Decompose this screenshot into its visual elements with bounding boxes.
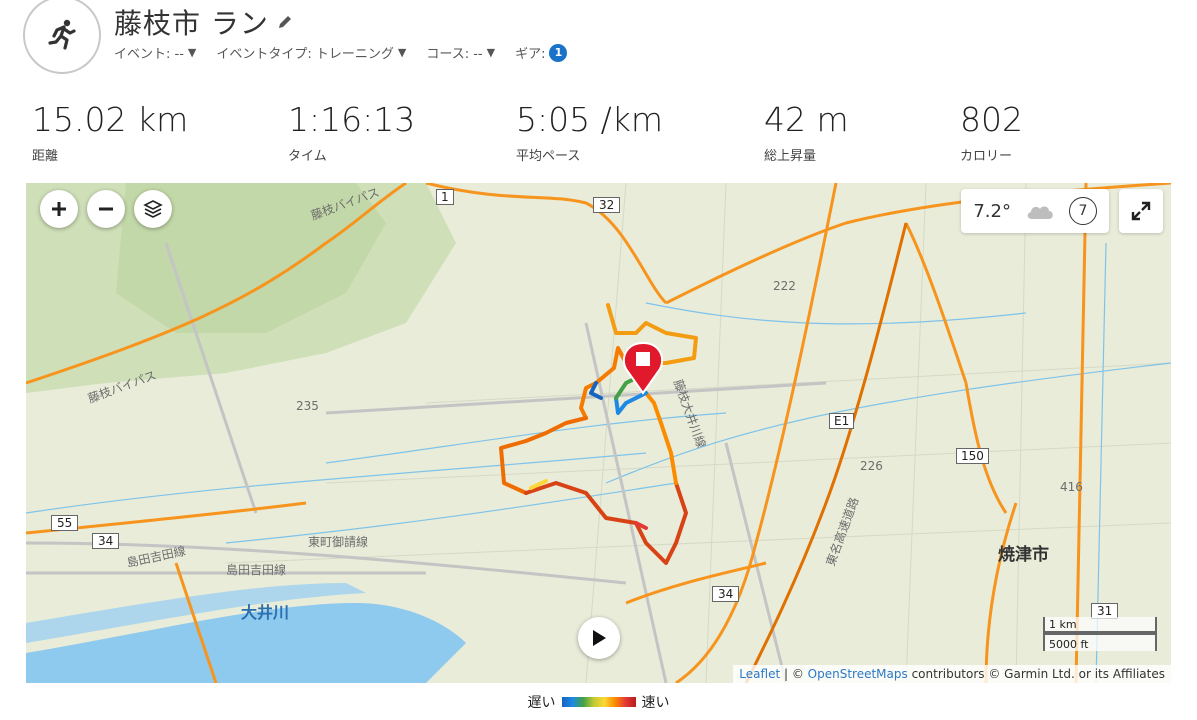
attribution-text: contributors © Garmin Ltd. or its Affili… xyxy=(907,667,1165,681)
event-dropdown[interactable]: イベント: -- ▼ xyxy=(114,43,196,62)
route-shield-1: 1 xyxy=(436,189,454,205)
map-label-222: 222 xyxy=(773,279,796,293)
map-label-higashimachi: 東町御請線 xyxy=(308,535,369,549)
activity-type-avatar xyxy=(23,0,101,74)
event-type-label: イベントタイプ: トレーニング xyxy=(216,47,394,62)
stat-time: 1:16:13 タイム xyxy=(288,100,415,164)
stat-value: 5:05 /km xyxy=(516,100,663,139)
map-label-416: 416 xyxy=(1060,480,1083,494)
wind-speed-indicator: 7 xyxy=(1069,197,1097,225)
route-shield-34b: 34 xyxy=(712,586,740,602)
gear-count-badge: 1 xyxy=(549,43,568,62)
scale-ft: 5000 ft xyxy=(1043,633,1157,651)
map-label-yaizu: 焼津市 xyxy=(998,545,1049,565)
course-label: コース: -- xyxy=(426,47,483,62)
caret-down-icon: ▼ xyxy=(187,46,197,59)
attribution-separator: | © xyxy=(780,667,808,681)
stat-elevation-gain: 42 m 総上昇量 xyxy=(764,100,849,164)
route-shield-55: 55 xyxy=(51,515,79,531)
caret-down-icon: ▼ xyxy=(397,46,407,59)
pencil-edit-icon[interactable] xyxy=(277,14,293,30)
stat-calories: 802 カロリー xyxy=(960,100,1023,164)
route-shield-32: 32 xyxy=(593,197,621,213)
event-label: イベント: -- xyxy=(114,47,184,62)
stat-distance: 15.02 km 距離 xyxy=(32,100,188,164)
stat-label: タイム xyxy=(288,149,327,164)
gear-selector[interactable]: ギア: 1 xyxy=(515,43,568,62)
weather-panel: 7.2° 7 xyxy=(961,189,1109,233)
route-map[interactable]: 藤枝バイパス 藤枝バイパス 東名高速道路 島田吉田線 島田吉田線 東町御請線 藤… xyxy=(26,183,1171,683)
stat-label: 距離 xyxy=(32,149,59,164)
leaflet-link[interactable]: Leaflet xyxy=(739,667,780,681)
event-type-dropdown[interactable]: イベントタイプ: トレーニング ▼ xyxy=(216,43,406,62)
fullscreen-button[interactable] xyxy=(1119,189,1163,233)
weather-temperature: 7.2° xyxy=(973,200,1011,222)
map-label-oi-river: 大井川 xyxy=(241,603,290,622)
zoom-in-button[interactable] xyxy=(40,190,78,228)
map-label-226: 226 xyxy=(860,459,883,473)
osm-link[interactable]: OpenStreetMaps xyxy=(808,667,908,681)
stat-label: 平均ペース xyxy=(516,149,581,164)
stat-value: 15.02 km xyxy=(32,100,189,139)
legend-fast-label: 速い xyxy=(641,695,670,711)
map-label-shimada-yoshida2: 島田吉田線 xyxy=(226,563,287,577)
map-label-235: 235 xyxy=(296,399,319,413)
map-scale: 1 km 5000 ft xyxy=(1043,617,1157,651)
activity-title: 藤枝市 ラン xyxy=(114,7,269,40)
playback-button[interactable] xyxy=(578,617,620,659)
stat-avg-pace: 5:05 /km 平均ペース xyxy=(516,100,663,164)
stat-label: カロリー xyxy=(960,149,1013,164)
layers-icon xyxy=(143,200,163,218)
course-dropdown[interactable]: コース: -- ▼ xyxy=(426,43,495,62)
expand-icon xyxy=(1131,201,1151,221)
running-icon xyxy=(48,19,76,50)
plus-icon xyxy=(52,202,66,216)
stat-value: 1:16:13 xyxy=(288,100,416,139)
stat-value: 42 m xyxy=(764,100,849,139)
stat-label: 総上昇量 xyxy=(764,149,817,164)
pace-legend: 遅い 速い xyxy=(0,692,1197,712)
pace-gradient-bar xyxy=(561,697,636,707)
map-attribution: Leaflet | © OpenStreetMaps contributors … xyxy=(733,665,1171,683)
legend-slow-label: 遅い xyxy=(527,695,556,711)
zoom-out-button[interactable] xyxy=(87,190,125,228)
map-tiles[interactable] xyxy=(26,183,1171,683)
route-shield-150: 150 xyxy=(956,448,989,464)
route-shield-34: 34 xyxy=(92,533,120,549)
route-shield-e1: E1 xyxy=(829,413,855,429)
scale-km: 1 km xyxy=(1043,617,1157,633)
minus-icon xyxy=(99,207,113,211)
stat-value: 802 xyxy=(960,100,1023,139)
play-icon xyxy=(593,630,606,646)
layers-button[interactable] xyxy=(134,190,172,228)
caret-down-icon: ▼ xyxy=(486,46,496,59)
cloud-icon xyxy=(1027,206,1053,219)
gear-label: ギア: xyxy=(515,47,546,62)
